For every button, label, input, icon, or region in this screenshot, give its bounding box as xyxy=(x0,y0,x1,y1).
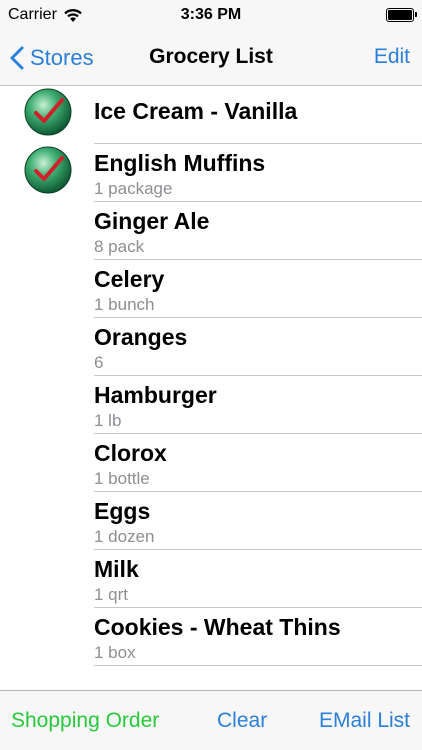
list-item[interactable]: Ginger Ale 8 pack xyxy=(0,202,422,260)
list-item-text: Ginger Ale 8 pack xyxy=(94,202,422,260)
item-quantity: 1 bottle xyxy=(94,469,150,488)
battery-icon xyxy=(386,8,417,22)
item-name: Milk xyxy=(94,556,139,582)
list-item[interactable]: Hamburger 1 lb xyxy=(0,376,422,434)
list-item-text: Ice Cream - Vanilla xyxy=(94,86,422,144)
bottom-toolbar: Shopping Order Clear EMail List xyxy=(0,690,422,750)
list-item[interactable]: Ice Cream - Vanilla xyxy=(0,86,422,144)
list-item-text: Hamburger 1 lb xyxy=(94,376,422,434)
item-name: Clorox xyxy=(94,440,167,466)
item-quantity: 1 dozen xyxy=(94,527,155,546)
list-item[interactable]: Milk 1 qrt xyxy=(0,550,422,608)
item-name: Oranges xyxy=(94,324,188,350)
list-item[interactable]: Oranges 6 xyxy=(0,318,422,376)
checkmark-ball-icon[interactable] xyxy=(24,88,72,136)
list-item[interactable]: Clorox 1 bottle xyxy=(0,434,422,492)
list-item-text: Cookies - Wheat Thins 1 box xyxy=(94,608,422,666)
grocery-list: Ice Cream - Vanilla English Muffins 1 pack… xyxy=(0,86,422,666)
list-item-text: English Muffins 1 package xyxy=(94,144,422,202)
item-name: Ginger Ale xyxy=(94,208,210,234)
item-quantity: 6 xyxy=(94,353,104,372)
list-item-text: Eggs 1 dozen xyxy=(94,492,422,550)
list-item-text: Celery 1 bunch xyxy=(94,260,422,318)
list-item-text: Clorox 1 bottle xyxy=(94,434,422,492)
item-quantity: 1 package xyxy=(94,179,173,198)
navigation-bar: Stores Grocery List Edit xyxy=(0,32,422,86)
list-item[interactable]: English Muffins 1 package xyxy=(0,144,422,202)
list-item-text: Oranges 6 xyxy=(94,318,422,376)
status-bar: Carrier 3:36 PM xyxy=(0,0,422,32)
list-item[interactable]: Cookies - Wheat Thins 1 box xyxy=(0,608,422,666)
shopping-order-button[interactable]: Shopping Order xyxy=(11,709,159,733)
item-name: Celery xyxy=(94,266,165,292)
item-name: English Muffins xyxy=(94,150,266,176)
item-name: Cookies - Wheat Thins xyxy=(94,614,341,640)
page-title: Grocery List xyxy=(149,45,273,68)
edit-button[interactable]: Edit xyxy=(374,45,410,69)
item-name: Eggs xyxy=(94,498,151,524)
checkmark-ball-icon[interactable] xyxy=(24,146,72,194)
list-item[interactable]: Celery 1 bunch xyxy=(0,260,422,318)
item-quantity: 8 pack xyxy=(94,237,145,256)
list-item-text: Milk 1 qrt xyxy=(94,550,422,608)
status-time: 3:36 PM xyxy=(180,6,242,23)
item-name: Ice Cream - Vanilla xyxy=(94,98,298,124)
item-quantity: 1 qrt xyxy=(94,585,129,604)
item-name: Hamburger xyxy=(94,382,217,408)
item-quantity: 1 lb xyxy=(94,411,122,430)
clear-button[interactable]: Clear xyxy=(217,709,267,733)
item-quantity: 1 bunch xyxy=(94,295,155,314)
list-item[interactable]: Eggs 1 dozen xyxy=(0,492,422,550)
email-list-button[interactable]: EMail List xyxy=(319,709,410,733)
item-quantity: 1 box xyxy=(94,643,136,662)
